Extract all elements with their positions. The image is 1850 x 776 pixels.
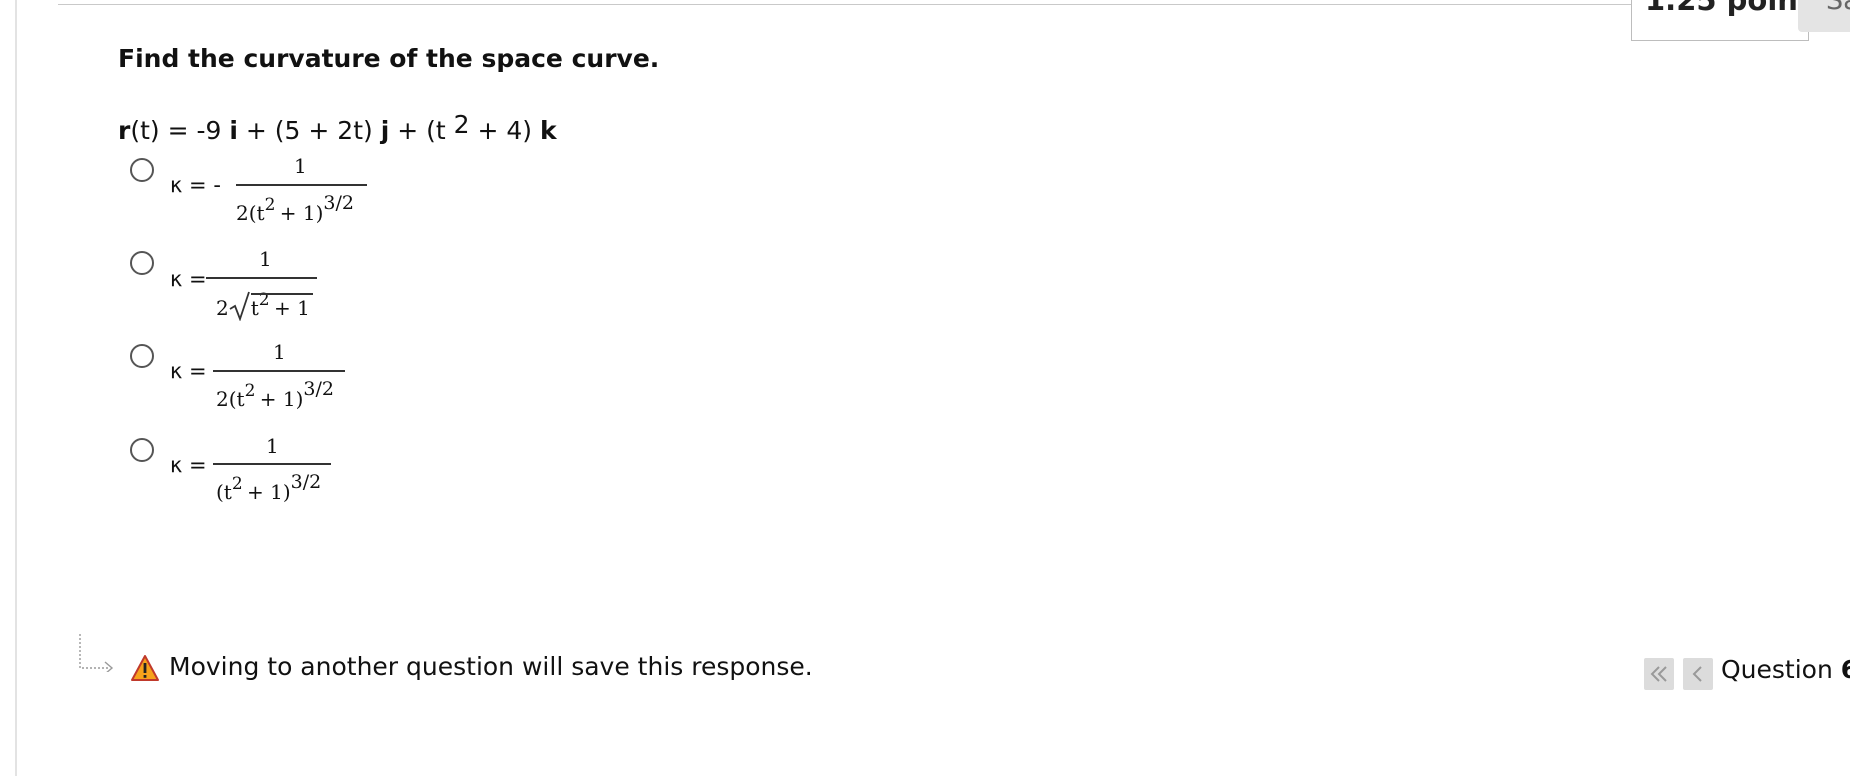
option-4-den-exp: 3/2 <box>290 471 322 493</box>
save-button[interactable]: Sa <box>1798 0 1850 32</box>
question-number: 6 <box>1840 655 1850 684</box>
option-1-fraction-bar <box>236 184 367 186</box>
option-2-denominator: 2 t2 + 1 <box>216 290 310 322</box>
previous-question-button[interactable] <box>1683 658 1713 690</box>
option-3-den-sq: 2 <box>244 381 256 401</box>
option-4-den-sq: 2 <box>231 474 243 494</box>
option-2-den-t: t <box>250 296 259 320</box>
option-2-radio[interactable] <box>130 251 154 275</box>
square-root-icon <box>229 291 250 322</box>
option-1-denominator: 2(t2 + 1)3/2 <box>236 192 354 225</box>
double-chevron-left-icon <box>1650 666 1667 682</box>
option-3-numerator: 1 <box>273 340 286 364</box>
option-1-den-b: + 1) <box>273 201 324 225</box>
option-1-den-exp: 3/2 <box>323 192 354 214</box>
option-1-numerator: 1 <box>294 154 307 178</box>
eq-part-4: + 4) <box>469 116 540 145</box>
curve-equation: r(t) = -9 i + (5 + 2t) j + (t 2 + 4) k <box>118 110 557 145</box>
option-4-numerator: 1 <box>266 434 279 458</box>
option-4-radio[interactable] <box>130 438 154 462</box>
reply-arrow-icon <box>79 634 114 672</box>
option-2-sqrt-overline <box>251 293 313 295</box>
eq-part-1: (t) = -9 <box>130 116 230 145</box>
option-2-numerator: 1 <box>259 247 272 271</box>
eq-k: k <box>539 116 557 145</box>
option-1-kappa: κ = - <box>170 173 221 197</box>
warning-icon <box>131 655 159 681</box>
option-1-den-sq: 2 <box>264 195 276 215</box>
left-border <box>15 0 17 776</box>
option-3-denominator: 2(t2 + 1)3/2 <box>216 378 334 411</box>
top-divider <box>58 4 1632 5</box>
question-navigator-label: Question 6 <box>1721 655 1850 684</box>
option-4-denominator: (t2 + 1)3/2 <box>216 471 321 504</box>
option-3-kappa: κ = <box>170 359 207 383</box>
eq-j: j <box>380 116 390 145</box>
option-3-den-b: + 1) <box>253 387 304 411</box>
option-4-fraction-bar <box>213 463 331 465</box>
option-3-den-a: 2(t <box>216 387 245 411</box>
option-1-radio[interactable] <box>130 158 154 182</box>
option-2-fraction-bar <box>206 277 317 279</box>
option-2-kappa: κ = <box>170 267 207 291</box>
question-title: Find the curvature of the space curve. <box>118 44 660 73</box>
chevron-left-icon <box>1692 666 1702 682</box>
save-warning-text: Moving to another question will save thi… <box>169 652 813 681</box>
save-button-label: Sa <box>1826 0 1850 16</box>
option-4-kappa: κ = <box>170 453 207 477</box>
eq-exponent: 2 <box>453 110 470 139</box>
eq-i: i <box>229 116 238 145</box>
eq-r: r <box>118 116 131 145</box>
option-3-den-exp: 3/2 <box>303 378 334 400</box>
eq-part-2: + (5 + 2t) <box>237 116 381 145</box>
option-3-radio[interactable] <box>130 344 154 368</box>
question-nav-text: Question <box>1721 655 1841 684</box>
option-2-den-a: 2 <box>216 296 229 320</box>
option-4-den-b: + 1) <box>240 480 291 504</box>
option-1-den-a: 2(t <box>236 201 265 225</box>
eq-part-3: + (t <box>389 116 454 145</box>
option-2-den-b: + 1 <box>267 296 310 320</box>
first-question-button[interactable] <box>1644 658 1674 690</box>
option-3-fraction-bar <box>213 370 345 372</box>
option-4-den-a: (t <box>216 480 232 504</box>
